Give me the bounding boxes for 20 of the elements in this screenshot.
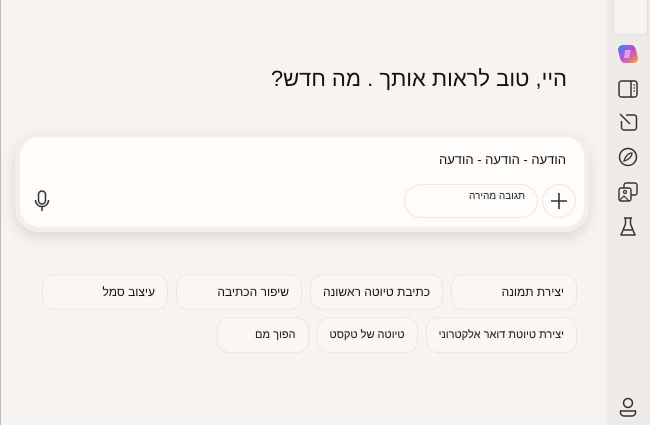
- microphone-icon[interactable]: [34, 190, 50, 212]
- sidebar-panel-icon[interactable]: [618, 80, 638, 98]
- mode-button[interactable]: תגובה מהירה: [404, 184, 538, 218]
- logo-icon[interactable]: [617, 43, 639, 65]
- compass-icon[interactable]: [618, 147, 638, 167]
- suggestion-chip[interactable]: שיפור הכתיבה: [176, 274, 302, 310]
- compose-icon[interactable]: [618, 113, 638, 132]
- greeting-heading: היי, טוב לראות אותך . מה חדש?: [270, 66, 567, 93]
- suggestion-chip[interactable]: עיצוב סמל: [42, 274, 168, 310]
- suggestion-chip[interactable]: יצירת טיוטת דואר אלקטרוני: [426, 317, 577, 353]
- image-gallery-icon[interactable]: [618, 182, 638, 202]
- suggestion-chip[interactable]: הפוך מם: [216, 317, 309, 353]
- flask-icon[interactable]: [619, 217, 637, 237]
- profile-icon[interactable]: [619, 397, 637, 417]
- plus-icon: [549, 191, 569, 211]
- message-input[interactable]: הודעה - הודעה - הודעה: [34, 147, 576, 172]
- add-button[interactable]: [542, 184, 576, 218]
- suggestion-chip[interactable]: יצירת תמונה: [451, 274, 577, 310]
- suggestion-chip[interactable]: כתיבת טיוטה ראשונה: [310, 274, 443, 310]
- suggestion-chip[interactable]: טיוטה של טקסט: [316, 317, 418, 353]
